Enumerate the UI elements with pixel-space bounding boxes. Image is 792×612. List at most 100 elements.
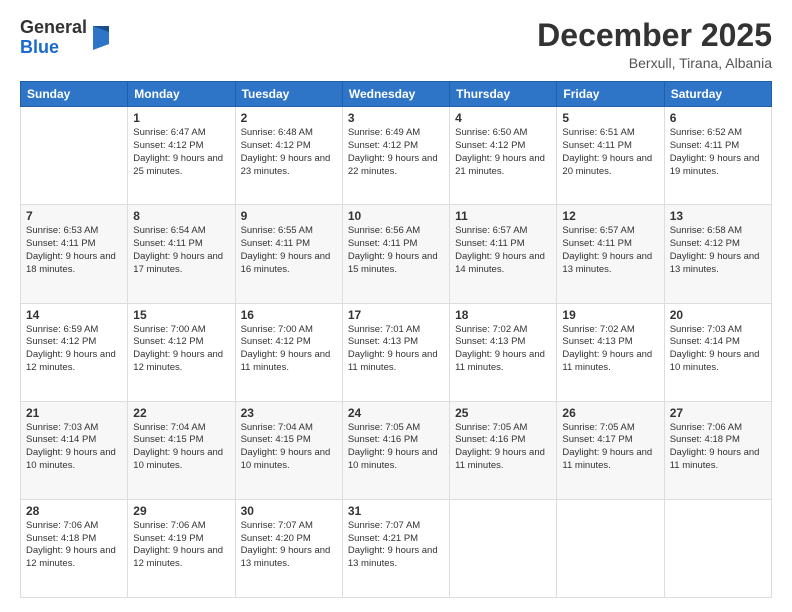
table-row: 19 Sunrise: 7:02 AMSunset: 4:13 PMDayligh… [557,303,664,401]
day-number: 30 [241,504,337,518]
day-number: 5 [562,111,658,125]
day-info: Sunrise: 7:07 AMSunset: 4:20 PMDaylight:… [241,520,331,569]
table-row: 22 Sunrise: 7:04 AMSunset: 4:15 PMDayligh… [128,401,235,499]
logo-icon [89,22,111,50]
day-number: 12 [562,209,658,223]
table-row: 3Sunrise: 6:49 AMSunset: 4:12 PMDaylight… [342,107,449,205]
table-row: 20 Sunrise: 7:03 AMSunset: 4:14 PMDayligh… [664,303,771,401]
col-tuesday: Tuesday [235,82,342,107]
table-row: 7 Sunrise: 6:53 AMSunset: 4:11 PMDaylight… [21,205,128,303]
table-row [664,499,771,597]
day-info: Sunrise: 7:05 AMSunset: 4:17 PMDaylight:… [562,422,652,471]
table-row: 31Sunrise: 7:07 AMSunset: 4:21 PMDayligh… [342,499,449,597]
day-number: 25 [455,406,551,420]
day-info: Sunrise: 7:04 AMSunset: 4:15 PMDaylight:… [133,422,223,471]
day-number: 9 [241,209,337,223]
day-number: 14 [26,308,122,322]
day-info: Sunrise: 7:02 AMSunset: 4:13 PMDaylight:… [455,324,545,373]
day-number: 29 [133,504,229,518]
day-number: 4 [455,111,551,125]
table-row: 12 Sunrise: 6:57 AMSunset: 4:11 PMDayligh… [557,205,664,303]
day-info: Sunrise: 6:59 AMSunset: 4:12 PMDaylight:… [26,324,116,373]
col-saturday: Saturday [664,82,771,107]
day-info: Sunrise: 6:57 AMSunset: 4:11 PMDaylight:… [455,225,545,274]
day-info: Sunrise: 7:01 AMSunset: 4:13 PMDaylight:… [348,324,438,373]
table-row: 4 Sunrise: 6:50 AMSunset: 4:12 PMDaylight… [450,107,557,205]
calendar-header-row: Sunday Monday Tuesday Wednesday Thursday… [21,82,772,107]
day-info: Sunrise: 6:51 AMSunset: 4:11 PMDaylight:… [562,127,652,176]
day-info: Sunrise: 7:03 AMSunset: 4:14 PMDaylight:… [26,422,116,471]
table-row: 15Sunrise: 7:00 AMSunset: 4:12 PMDayligh… [128,303,235,401]
day-info: Sunrise: 7:07 AMSunset: 4:21 PMDaylight:… [348,520,438,569]
day-info: Sunrise: 6:54 AMSunset: 4:11 PMDaylight:… [133,225,223,274]
logo: General Blue [20,18,111,58]
table-row: 1Sunrise: 6:47 AMSunset: 4:12 PMDaylight… [128,107,235,205]
table-row: 21 Sunrise: 7:03 AMSunset: 4:14 PMDayligh… [21,401,128,499]
day-number: 18 [455,308,551,322]
table-row: 26 Sunrise: 7:05 AMSunset: 4:17 PMDayligh… [557,401,664,499]
day-info: Sunrise: 7:06 AMSunset: 4:19 PMDaylight:… [133,520,223,569]
table-row [21,107,128,205]
day-info: Sunrise: 7:05 AMSunset: 4:16 PMDaylight:… [348,422,438,471]
logo-text: General Blue [20,18,87,58]
table-row: 27 Sunrise: 7:06 AMSunset: 4:18 PMDayligh… [664,401,771,499]
day-number: 21 [26,406,122,420]
day-info: Sunrise: 6:47 AMSunset: 4:12 PMDaylight:… [133,127,223,176]
col-friday: Friday [557,82,664,107]
day-info: Sunrise: 6:52 AMSunset: 4:11 PMDaylight:… [670,127,760,176]
day-number: 20 [670,308,766,322]
day-number: 11 [455,209,551,223]
day-info: Sunrise: 6:56 AMSunset: 4:11 PMDaylight:… [348,225,438,274]
table-row: 9 Sunrise: 6:55 AMSunset: 4:11 PMDaylight… [235,205,342,303]
calendar-week-row: 28 Sunrise: 7:06 AMSunset: 4:18 PMDayligh… [21,499,772,597]
day-number: 22 [133,406,229,420]
table-row: 11 Sunrise: 6:57 AMSunset: 4:11 PMDayligh… [450,205,557,303]
day-number: 7 [26,209,122,223]
day-info: Sunrise: 7:06 AMSunset: 4:18 PMDaylight:… [26,520,116,569]
table-row: 14 Sunrise: 6:59 AMSunset: 4:12 PMDayligh… [21,303,128,401]
day-number: 19 [562,308,658,322]
day-number: 3 [348,111,444,125]
col-sunday: Sunday [21,82,128,107]
day-number: 23 [241,406,337,420]
month-title: December 2025 [537,18,772,53]
table-row: 29 Sunrise: 7:06 AMSunset: 4:19 PMDayligh… [128,499,235,597]
col-monday: Monday [128,82,235,107]
header: General Blue December 2025 Berxull, Tira… [20,18,772,71]
table-row: 24Sunrise: 7:05 AMSunset: 4:16 PMDayligh… [342,401,449,499]
table-row: 18 Sunrise: 7:02 AMSunset: 4:13 PMDayligh… [450,303,557,401]
table-row: 2Sunrise: 6:48 AMSunset: 4:12 PMDaylight… [235,107,342,205]
day-info: Sunrise: 7:00 AMSunset: 4:12 PMDaylight:… [241,324,331,373]
day-number: 17 [348,308,444,322]
col-wednesday: Wednesday [342,82,449,107]
table-row: 8 Sunrise: 6:54 AMSunset: 4:11 PMDaylight… [128,205,235,303]
table-row: 17 Sunrise: 7:01 AMSunset: 4:13 PMDayligh… [342,303,449,401]
day-number: 13 [670,209,766,223]
table-row: 30 Sunrise: 7:07 AMSunset: 4:20 PMDayligh… [235,499,342,597]
table-row: 28 Sunrise: 7:06 AMSunset: 4:18 PMDayligh… [21,499,128,597]
table-row: 6 Sunrise: 6:52 AMSunset: 4:11 PMDaylight… [664,107,771,205]
day-info: Sunrise: 6:57 AMSunset: 4:11 PMDaylight:… [562,225,652,274]
table-row: 25 Sunrise: 7:05 AMSunset: 4:16 PMDayligh… [450,401,557,499]
day-number: 8 [133,209,229,223]
day-number: 10 [348,209,444,223]
day-info: Sunrise: 7:03 AMSunset: 4:14 PMDaylight:… [670,324,760,373]
day-info: Sunrise: 6:55 AMSunset: 4:11 PMDaylight:… [241,225,331,274]
calendar-week-row: 14 Sunrise: 6:59 AMSunset: 4:12 PMDayligh… [21,303,772,401]
day-info: Sunrise: 6:50 AMSunset: 4:12 PMDaylight:… [455,127,545,176]
day-info: Sunrise: 6:53 AMSunset: 4:11 PMDaylight:… [26,225,116,274]
calendar-week-row: 1Sunrise: 6:47 AMSunset: 4:12 PMDaylight… [21,107,772,205]
col-thursday: Thursday [450,82,557,107]
day-info: Sunrise: 7:06 AMSunset: 4:18 PMDaylight:… [670,422,760,471]
table-row: 23 Sunrise: 7:04 AMSunset: 4:15 PMDayligh… [235,401,342,499]
day-info: Sunrise: 7:02 AMSunset: 4:13 PMDaylight:… [562,324,652,373]
day-number: 27 [670,406,766,420]
day-number: 28 [26,504,122,518]
table-row: 10 Sunrise: 6:56 AMSunset: 4:11 PMDayligh… [342,205,449,303]
day-info: Sunrise: 6:58 AMSunset: 4:12 PMDaylight:… [670,225,760,274]
day-number: 26 [562,406,658,420]
day-info: Sunrise: 7:05 AMSunset: 4:16 PMDaylight:… [455,422,545,471]
day-number: 6 [670,111,766,125]
table-row: 16Sunrise: 7:00 AMSunset: 4:12 PMDayligh… [235,303,342,401]
day-info: Sunrise: 7:04 AMSunset: 4:15 PMDaylight:… [241,422,331,471]
